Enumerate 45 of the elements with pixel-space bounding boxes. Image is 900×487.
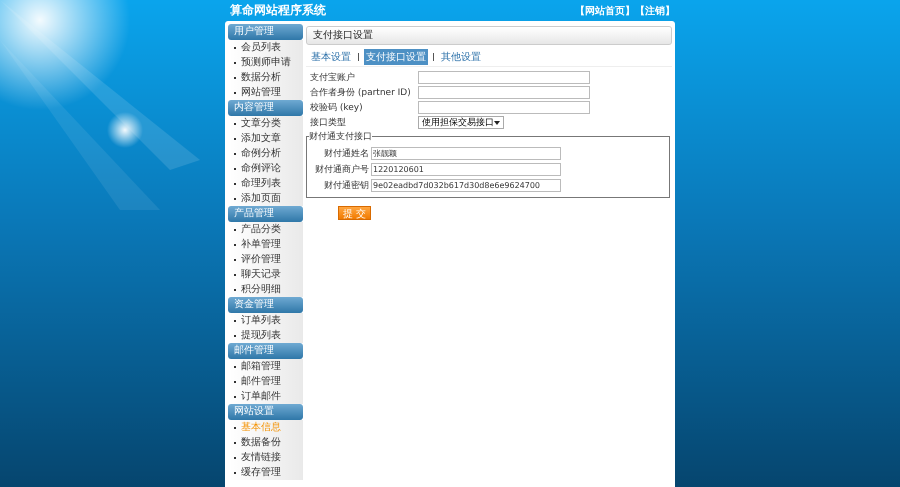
input-field[interactable] [418, 86, 590, 99]
menu-item-label: 会员列表 [241, 40, 281, 55]
site-title: 算命网站程序系统 [229, 2, 326, 19]
fieldset-legend: 财付通支付接口 [309, 130, 372, 143]
menu-item-label: 添加文章 [241, 132, 281, 146]
menu-item-label: 邮箱管理 [241, 360, 281, 374]
select-value: 使用担保交易接口 [422, 116, 494, 129]
field-label: 支付宝账户 [310, 72, 356, 84]
field-label: 校验码 (key) [310, 102, 364, 114]
menu-item-label: 命例评论 [241, 162, 281, 176]
field-label: 财付通商户号 [314, 164, 369, 176]
menu-item-label: 数据备份 [241, 436, 281, 450]
menu-item-label: 产品分类 [241, 222, 281, 237]
menu-item-label: 提现列表 [241, 328, 281, 343]
input-field[interactable]: 张靓颖 [371, 147, 561, 160]
menu-item-label: 文章分类 [241, 116, 281, 131]
menu-item-label: 积分明细 [241, 283, 281, 297]
input-field[interactable]: 1220120601 [371, 163, 561, 176]
field-label: 财付通密钥 [323, 180, 369, 192]
menu-item-label: 订单列表 [241, 314, 281, 328]
field-label: 接口类型 [310, 116, 347, 129]
menu-item-label: 聊天记录 [241, 268, 281, 282]
field-label: 财付通姓名 [323, 148, 369, 160]
menu-item-label: 预测师申请 [241, 56, 291, 70]
tab[interactable]: 其他设置 [439, 49, 483, 65]
menu-item-label: 邮件管理 [241, 374, 281, 389]
menu-item-label: 友情链接 [241, 450, 281, 465]
caret-icon [494, 120, 500, 124]
menu-item-label: 评价管理 [241, 253, 281, 267]
menu-item-label: 网站管理 [241, 86, 281, 100]
menu-item-label: 数据分析 [241, 70, 281, 85]
input-field[interactable] [418, 71, 590, 84]
tab[interactable]: 基本设置 [309, 49, 353, 65]
menu-item-label: 命例分析 [241, 146, 281, 161]
input-field[interactable] [418, 101, 590, 114]
panel-title: 支付接口设置 [306, 26, 672, 45]
input-field[interactable]: 9e02eadbd7d032b617d30d8e6e9624700 [371, 179, 561, 192]
menu-item-label: 添加页面 [241, 192, 281, 206]
field-label: 合作者身份 (partner ID) [310, 86, 412, 99]
menu-item-label: 命理列表 [241, 176, 281, 191]
menu-item-label: 订单邮件 [241, 390, 281, 404]
menu-item-label: 基本信息 [241, 420, 281, 435]
menu-item-label: 补单管理 [241, 238, 281, 252]
select-field[interactable]: 使用担保交易接口 [418, 116, 504, 129]
menu-item-label: 缓存管理 [241, 466, 281, 480]
